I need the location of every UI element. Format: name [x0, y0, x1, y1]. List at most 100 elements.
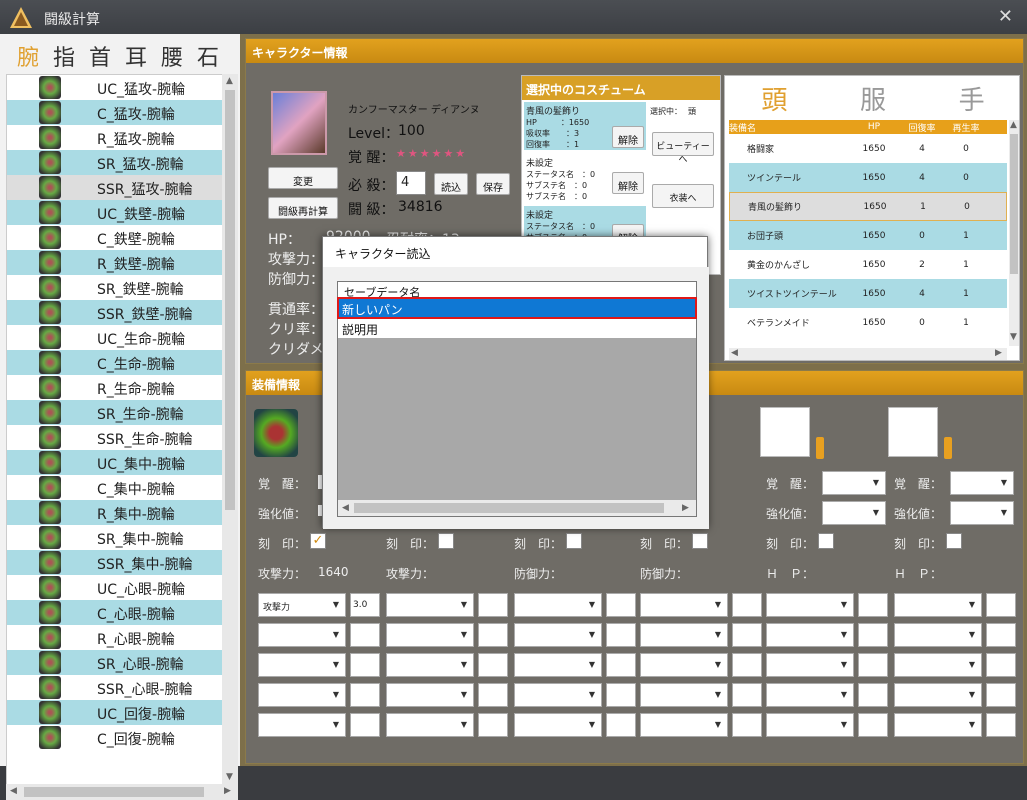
dialog-hscroll-thumb[interactable] [354, 503, 664, 513]
list-item[interactable]: R_集中-腕輪 [7, 500, 237, 525]
substat-select[interactable] [766, 653, 854, 677]
gear-row[interactable]: ツインテール 1650 4 0 [729, 163, 1007, 192]
substat-select[interactable] [766, 713, 854, 737]
substat-value[interactable] [732, 623, 762, 647]
substat-select[interactable] [894, 653, 982, 677]
list-item[interactable]: UC_回復-腕輪 [7, 700, 237, 725]
list-item[interactable]: UC_集中-腕輪 [7, 450, 237, 475]
substat-select[interactable]: 攻撃力 [258, 593, 346, 617]
gear-hscrollbar[interactable]: ◀ ▶ [729, 348, 1007, 360]
substat-value[interactable] [606, 653, 636, 677]
category-tab[interactable]: 腕 [10, 40, 46, 71]
substat-select[interactable] [514, 713, 602, 737]
gear-scroll-up-icon[interactable]: ▲ [1010, 120, 1017, 130]
load-button[interactable]: 読込 [434, 173, 468, 195]
stamp-checkbox[interactable] [692, 533, 708, 549]
gear-tab[interactable]: 服 [824, 76, 923, 116]
gear-row[interactable]: ベテランメイド 1650 0 1 [729, 308, 1007, 337]
substat-select[interactable] [514, 593, 602, 617]
substat-select[interactable] [386, 593, 474, 617]
release-button-2[interactable]: 解除 [612, 172, 644, 194]
gear-column-header[interactable]: 再生率 [947, 121, 985, 134]
substat-value[interactable] [986, 623, 1016, 647]
substat-select[interactable] [386, 683, 474, 707]
gear-scroll-down-icon[interactable]: ▼ [1010, 332, 1017, 342]
list-item[interactable]: C_集中-腕輪 [7, 475, 237, 500]
substat-value[interactable] [986, 683, 1016, 707]
substat-value[interactable] [350, 653, 380, 677]
substat-value[interactable] [858, 653, 888, 677]
change-button[interactable]: 変更 [268, 167, 338, 189]
stamp-checkbox[interactable] [566, 533, 582, 549]
substat-select[interactable] [258, 623, 346, 647]
equip-slot-6[interactable] [888, 407, 938, 457]
list-item[interactable]: C_猛攻-腕輪 [7, 100, 237, 125]
substat-value[interactable] [986, 713, 1016, 737]
category-tab[interactable]: 石 [190, 40, 226, 71]
substat-value[interactable] [478, 593, 508, 617]
substat-select[interactable] [514, 653, 602, 677]
gear-tab[interactable]: 手 [922, 76, 1021, 116]
gear-row[interactable]: 黄金のかんざし 1650 2 1 [729, 250, 1007, 279]
list-item[interactable]: SR_集中-腕輪 [7, 525, 237, 550]
list-item[interactable]: SSR_猛攻-腕輪 [7, 175, 237, 200]
list-item[interactable]: SSR_集中-腕輪 [7, 550, 237, 575]
list-item[interactable]: SSR_生命-腕輪 [7, 425, 237, 450]
substat-select[interactable] [258, 713, 346, 737]
substat-select[interactable] [640, 683, 728, 707]
stamp-checkbox[interactable] [818, 533, 834, 549]
substat-select[interactable] [386, 623, 474, 647]
hscroll-thumb[interactable] [24, 787, 204, 797]
gear-scroll-thumb[interactable] [1010, 134, 1018, 274]
substat-select[interactable] [766, 683, 854, 707]
scroll-thumb[interactable] [225, 90, 235, 510]
list-item[interactable]: R_心眼-腕輪 [7, 625, 237, 650]
substat-select[interactable] [514, 623, 602, 647]
list-item[interactable]: SSR_心眼-腕輪 [7, 675, 237, 700]
substat-select[interactable] [894, 713, 982, 737]
character-portrait[interactable] [271, 91, 327, 155]
substat-value[interactable] [478, 683, 508, 707]
substat-value[interactable] [732, 593, 762, 617]
substat-value[interactable] [606, 713, 636, 737]
list-item[interactable]: UC_鉄壁-腕輪 [7, 200, 237, 225]
substat-value[interactable] [350, 713, 380, 737]
gear-column-header[interactable]: 回復率 [897, 121, 947, 134]
list-item[interactable]: R_猛攻-腕輪 [7, 125, 237, 150]
substat-select[interactable] [894, 623, 982, 647]
item-list-hscrollbar[interactable]: ◀ ▶ [6, 784, 238, 800]
category-tab[interactable]: 首 [82, 40, 118, 71]
close-icon[interactable]: ✕ [998, 6, 1013, 27]
list-item[interactable]: C_心眼-腕輪 [7, 600, 237, 625]
enhance-select[interactable] [950, 501, 1014, 525]
gear-tab[interactable]: 頭 [725, 76, 824, 116]
substat-value[interactable] [478, 713, 508, 737]
category-tab[interactable]: 耳 [118, 40, 154, 71]
substat-value[interactable] [732, 683, 762, 707]
gear-column-header[interactable]: HP [851, 122, 897, 132]
substat-value[interactable] [986, 653, 1016, 677]
save-data-row[interactable]: 説明用 [338, 318, 696, 338]
substat-select[interactable] [766, 623, 854, 647]
ult-input[interactable]: 4 [396, 171, 426, 195]
substat-value[interactable] [350, 683, 380, 707]
list-item[interactable]: C_生命-腕輪 [7, 350, 237, 375]
substat-select[interactable] [514, 683, 602, 707]
category-tab[interactable]: 腰 [154, 40, 190, 71]
substat-value[interactable] [732, 653, 762, 677]
substat-value[interactable] [606, 623, 636, 647]
gear-row[interactable]: 格闘家 1650 4 0 [729, 134, 1007, 163]
list-item[interactable]: UC_猛攻-腕輪 [7, 75, 237, 100]
substat-value[interactable] [606, 683, 636, 707]
substat-value[interactable]: 3.0 [350, 593, 380, 617]
scroll-up-icon[interactable]: ▲ [226, 76, 233, 86]
beauty-button[interactable]: ビューティーへ [652, 132, 714, 165]
substat-value[interactable] [858, 713, 888, 737]
awaken-select[interactable] [822, 471, 886, 495]
substat-value[interactable] [732, 713, 762, 737]
substat-select[interactable] [894, 683, 982, 707]
save-button[interactable]: 保存 [476, 173, 510, 195]
substat-select[interactable] [894, 593, 982, 617]
equip-slot-5[interactable] [760, 407, 810, 457]
stamp-checkbox[interactable]: ✓ [310, 533, 326, 549]
